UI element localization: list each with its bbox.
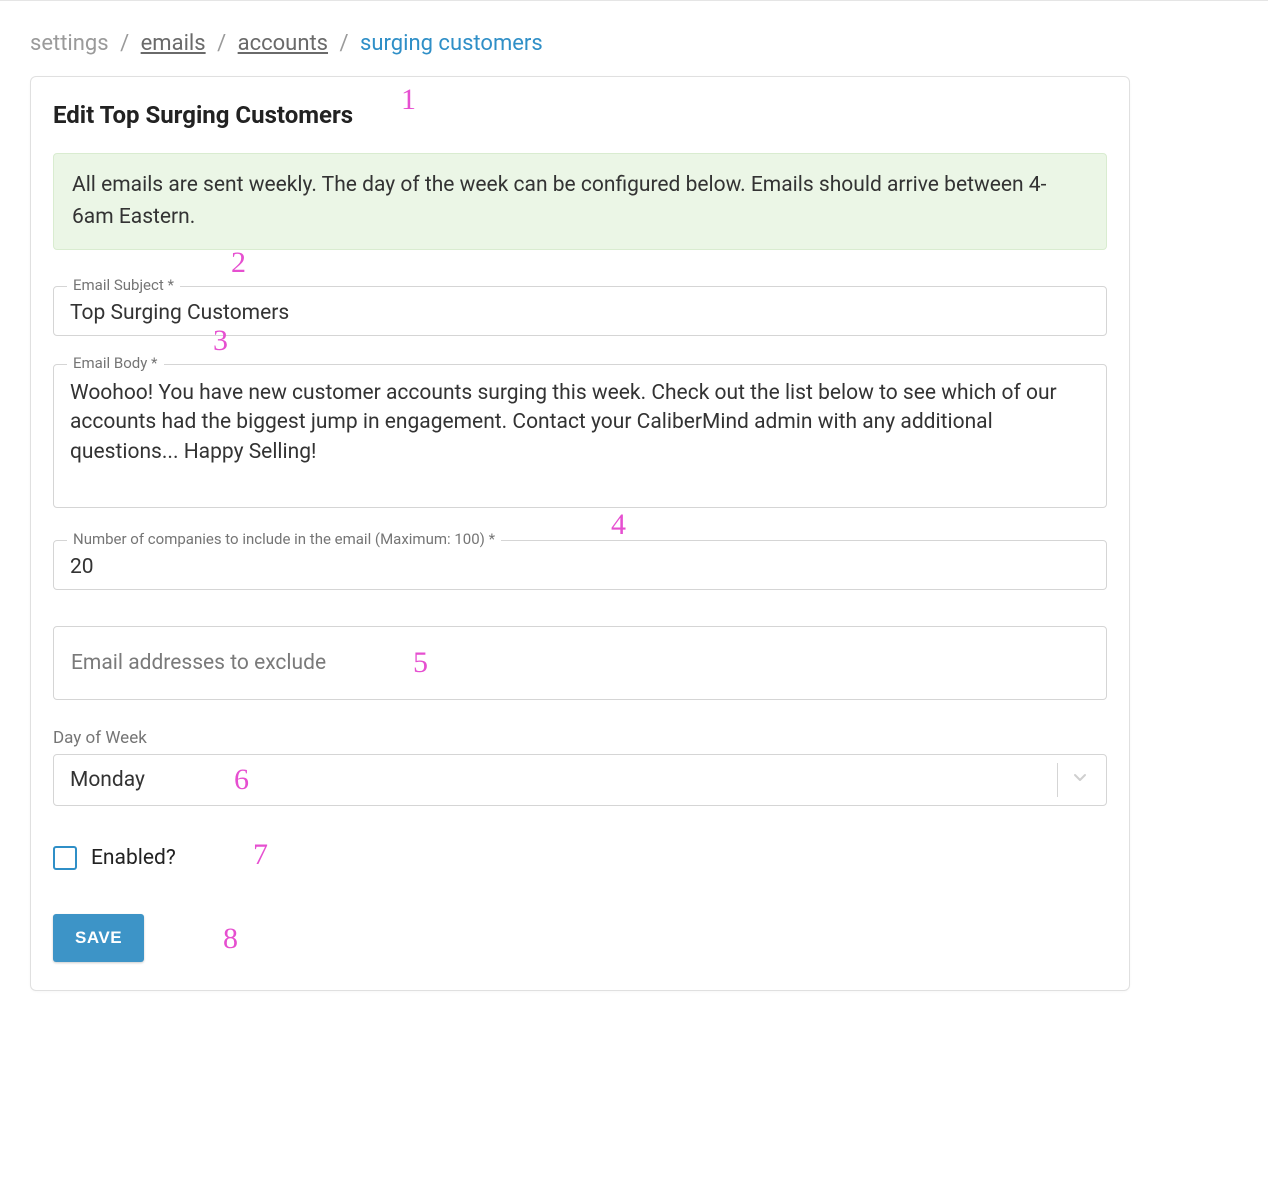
enabled-label: Enabled? — [91, 846, 176, 870]
exclude-emails-input[interactable] — [53, 626, 1107, 700]
select-separator — [1057, 763, 1058, 797]
breadcrumb-sep: / — [211, 31, 232, 56]
enabled-checkbox[interactable] — [53, 846, 77, 870]
breadcrumb-item-emails[interactable]: emails — [141, 31, 206, 56]
breadcrumb-sep: / — [333, 31, 354, 56]
num-companies-field: 4 Number of companies to include in the … — [53, 540, 1107, 590]
annotation-6: 6 — [234, 763, 249, 797]
breadcrumb-sep: / — [114, 31, 135, 56]
chevron-down-icon — [1070, 767, 1090, 793]
breadcrumb-item-settings: settings — [30, 31, 109, 56]
email-subject-field: 2 Email Subject * — [53, 286, 1107, 336]
day-of-week-value: Monday — [70, 768, 145, 792]
breadcrumb: settings / emails / accounts / surging c… — [30, 16, 1238, 76]
num-companies-label: Number of companies to include in the em… — [67, 530, 501, 548]
panel-title: Edit Top Surging Customers — [53, 101, 353, 129]
annotation-1: 1 — [401, 83, 416, 117]
breadcrumb-item-accounts[interactable]: accounts — [238, 31, 328, 56]
email-subject-label: Email Subject * — [67, 276, 180, 294]
annotation-2: 2 — [231, 246, 246, 280]
enabled-row: Enabled? 7 — [53, 846, 1107, 870]
breadcrumb-current: surging customers — [360, 31, 543, 56]
info-alert: All emails are sent weekly. The day of t… — [53, 153, 1107, 250]
edit-panel: Edit Top Surging Customers 1 All emails … — [30, 76, 1130, 991]
email-body-field: 3 Email Body * — [53, 364, 1107, 512]
annotation-8: 8 — [223, 922, 238, 956]
save-button[interactable]: SAVE — [53, 914, 144, 962]
day-of-week-label: Day of Week — [53, 728, 1107, 748]
annotation-4: 4 — [611, 508, 626, 542]
day-of-week-select[interactable]: Monday 6 — [53, 754, 1107, 806]
exclude-emails-field: 5 Email addresses to exclude — [53, 626, 1107, 700]
annotation-7: 7 — [253, 838, 268, 872]
email-body-label: Email Body * — [67, 354, 164, 372]
email-subject-input[interactable] — [53, 286, 1107, 336]
email-body-input[interactable] — [53, 364, 1107, 508]
